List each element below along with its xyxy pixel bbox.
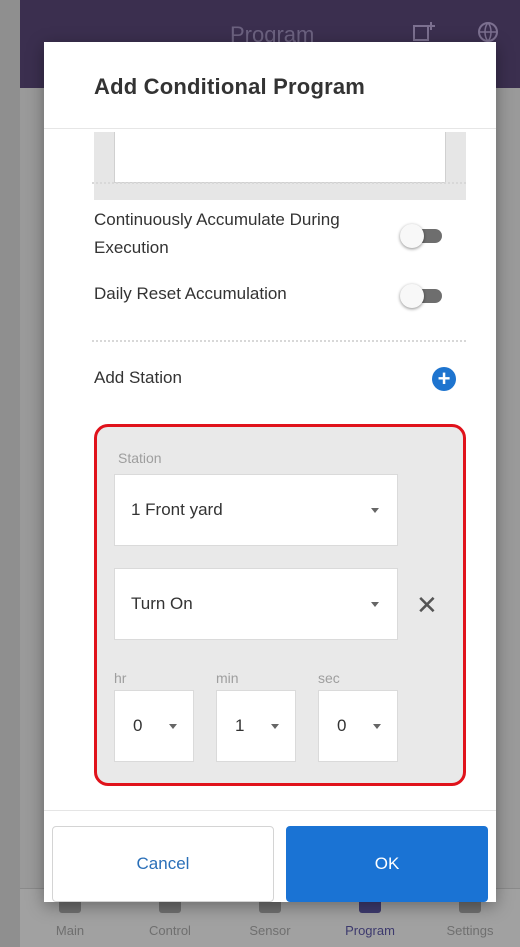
continuously-accumulate-toggle[interactable] [400,224,444,248]
add-station-button[interactable]: + [432,367,456,391]
toggle-knob [400,284,424,308]
station-label: Station [118,450,162,466]
section-divider [92,340,466,342]
chevron-down-icon [169,724,177,729]
cancel-button[interactable]: Cancel [52,826,274,902]
ok-button[interactable]: OK [286,826,488,902]
footer-divider [44,810,496,811]
action-select[interactable]: Turn On [114,568,398,640]
title-divider [44,128,496,129]
min-select-value: 1 [235,716,245,735]
hr-select[interactable]: 0 [114,690,194,762]
option-label-daily-reset: Daily Reset Accumulation [94,284,287,303]
chevron-down-icon [371,508,379,513]
chevron-down-icon [373,724,381,729]
hr-select-value: 0 [133,716,143,735]
daily-reset-toggle[interactable] [400,284,444,308]
chevron-down-icon [371,602,379,607]
toggle-knob [400,224,424,248]
condition-input[interactable] [114,132,446,183]
chevron-down-icon [271,724,279,729]
dialog-title: Add Conditional Program [94,74,366,99]
sec-label: sec [318,670,340,686]
plus-icon: + [437,366,451,391]
min-label: min [216,670,239,686]
option-label-continuously-accumulate: Continuously Accumulate During Execution [94,210,340,257]
section-divider [92,182,466,184]
min-select[interactable]: 1 [216,690,296,762]
sec-select-value: 0 [337,716,347,735]
hr-label: hr [114,670,127,686]
remove-station-button[interactable]: ✕ [416,592,438,618]
station-select-value: 1 Front yard [131,500,223,519]
add-conditional-program-dialog: Add Conditional Program Continuously Acc… [44,42,496,902]
action-select-value: Turn On [131,594,193,613]
sec-select[interactable]: 0 [318,690,398,762]
condition-panel [94,132,466,200]
add-station-label: Add Station [94,368,182,387]
station-select[interactable]: 1 Front yard [114,474,398,546]
close-icon: ✕ [416,590,438,620]
